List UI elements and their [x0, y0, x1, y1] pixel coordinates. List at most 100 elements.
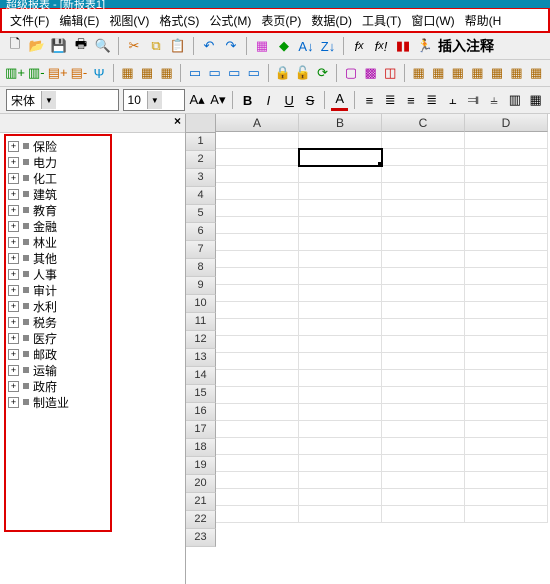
cell[interactable] — [216, 200, 299, 217]
misc3-icon[interactable]: ▦ — [450, 64, 466, 82]
column-header[interactable]: C — [382, 114, 465, 132]
cell[interactable] — [382, 387, 465, 404]
cell[interactable] — [216, 404, 299, 421]
filled-icon[interactable]: ▩ — [363, 64, 379, 82]
undo-icon[interactable]: ↶ — [200, 37, 218, 55]
run-icon[interactable]: 🏃 — [416, 37, 434, 55]
cell[interactable] — [465, 217, 548, 234]
fx-icon[interactable]: fx — [350, 37, 368, 55]
cell[interactable] — [216, 472, 299, 489]
menu-data[interactable]: 数据(D) — [307, 11, 356, 30]
chart-icon[interactable]: ▦ — [253, 37, 271, 55]
row-header[interactable]: 6 — [186, 223, 216, 241]
cell[interactable] — [299, 336, 382, 353]
cell[interactable] — [216, 353, 299, 370]
misc1-icon[interactable]: ▦ — [411, 64, 427, 82]
menu-tool[interactable]: 工具(T) — [358, 11, 405, 30]
insert-comment-button[interactable]: 插入注释 — [438, 36, 494, 56]
expand-icon[interactable]: + — [8, 205, 19, 216]
tree-item[interactable]: +电力 — [8, 154, 108, 170]
tree-item[interactable]: +其他 — [8, 250, 108, 266]
misc6-icon[interactable]: ▦ — [509, 64, 525, 82]
cell[interactable] — [299, 421, 382, 438]
row-header[interactable]: 8 — [186, 259, 216, 277]
tree-item[interactable]: +建筑 — [8, 186, 108, 202]
row-header[interactable]: 2 — [186, 151, 216, 169]
paint-icon[interactable]: ◆ — [275, 37, 293, 55]
cell[interactable] — [465, 370, 548, 387]
column-header[interactable]: A — [216, 114, 299, 132]
cell[interactable] — [299, 268, 382, 285]
menu-format[interactable]: 格式(S) — [155, 11, 203, 30]
cell[interactable] — [465, 183, 548, 200]
cell[interactable] — [299, 404, 382, 421]
cell[interactable] — [382, 455, 465, 472]
cell[interactable] — [216, 336, 299, 353]
expand-icon[interactable]: + — [8, 301, 19, 312]
valign-bot-icon[interactable]: ⫨ — [486, 91, 503, 109]
cell[interactable] — [465, 132, 548, 149]
expand-icon[interactable]: + — [8, 253, 19, 264]
tree-item[interactable]: +邮政 — [8, 346, 108, 362]
new-icon[interactable]: 🗋 — [6, 37, 24, 55]
cell[interactable] — [299, 387, 382, 404]
cell[interactable] — [216, 438, 299, 455]
expand-icon[interactable]: + — [8, 141, 19, 152]
expand-icon[interactable]: + — [8, 269, 19, 280]
cell[interactable] — [216, 251, 299, 268]
expand-icon[interactable]: + — [8, 285, 19, 296]
cell[interactable] — [382, 319, 465, 336]
menu-file[interactable]: 文件(F) — [6, 11, 53, 30]
size-dec-icon[interactable]: A▾ — [210, 91, 227, 109]
cell[interactable] — [382, 438, 465, 455]
tree-item[interactable]: +运输 — [8, 362, 108, 378]
menu-window[interactable]: 窗口(W) — [407, 11, 458, 30]
group3-icon[interactable]: ▦ — [159, 64, 175, 82]
tree-item[interactable]: +金融 — [8, 218, 108, 234]
align-right-icon[interactable]: ≡ — [403, 91, 420, 109]
cell[interactable] — [465, 387, 548, 404]
cell[interactable] — [465, 455, 548, 472]
split-icon[interactable]: ▦ — [527, 91, 544, 109]
cell[interactable] — [299, 353, 382, 370]
menu-formula[interactable]: 公式(M) — [205, 11, 255, 30]
cell[interactable] — [216, 183, 299, 200]
layer1-icon[interactable]: ▭ — [187, 64, 203, 82]
col-delete-icon[interactable]: ▥- — [28, 64, 45, 82]
cell[interactable] — [216, 285, 299, 302]
cell[interactable] — [299, 234, 382, 251]
cell[interactable] — [299, 489, 382, 506]
cell[interactable] — [382, 166, 465, 183]
merge-icon[interactable]: ▥ — [506, 91, 523, 109]
expand-icon[interactable]: + — [8, 381, 19, 392]
cell[interactable] — [382, 370, 465, 387]
cell[interactable] — [216, 217, 299, 234]
cell[interactable] — [465, 302, 548, 319]
cell[interactable] — [299, 200, 382, 217]
print-icon[interactable]: 🖶 — [72, 37, 90, 55]
cell[interactable] — [465, 285, 548, 302]
row-header[interactable]: 3 — [186, 169, 216, 187]
row-header[interactable]: 5 — [186, 205, 216, 223]
db-icon[interactable]: ◫ — [382, 64, 398, 82]
cell[interactable] — [382, 302, 465, 319]
valign-mid-icon[interactable]: ⫥ — [465, 91, 482, 109]
unlock-icon[interactable]: 🔓 — [295, 64, 311, 82]
cell[interactable] — [299, 166, 382, 183]
row-header[interactable]: 4 — [186, 187, 216, 205]
column-header[interactable]: D — [465, 114, 548, 132]
save-icon[interactable]: 💾 — [50, 37, 68, 55]
expand-icon[interactable]: + — [8, 221, 19, 232]
cell[interactable] — [382, 336, 465, 353]
row-header[interactable]: 16 — [186, 403, 216, 421]
expand-icon[interactable]: + — [8, 333, 19, 344]
square-icon[interactable]: ▢ — [343, 64, 359, 82]
underline-button[interactable]: U — [281, 91, 298, 109]
cell[interactable] — [299, 319, 382, 336]
select-all-corner[interactable] — [186, 114, 216, 133]
row-header[interactable]: 1 — [186, 133, 216, 151]
fx2-icon[interactable]: fx! — [372, 37, 390, 55]
size-inc-icon[interactable]: A▴ — [189, 91, 206, 109]
misc2-icon[interactable]: ▦ — [430, 64, 446, 82]
cell[interactable] — [216, 149, 299, 166]
